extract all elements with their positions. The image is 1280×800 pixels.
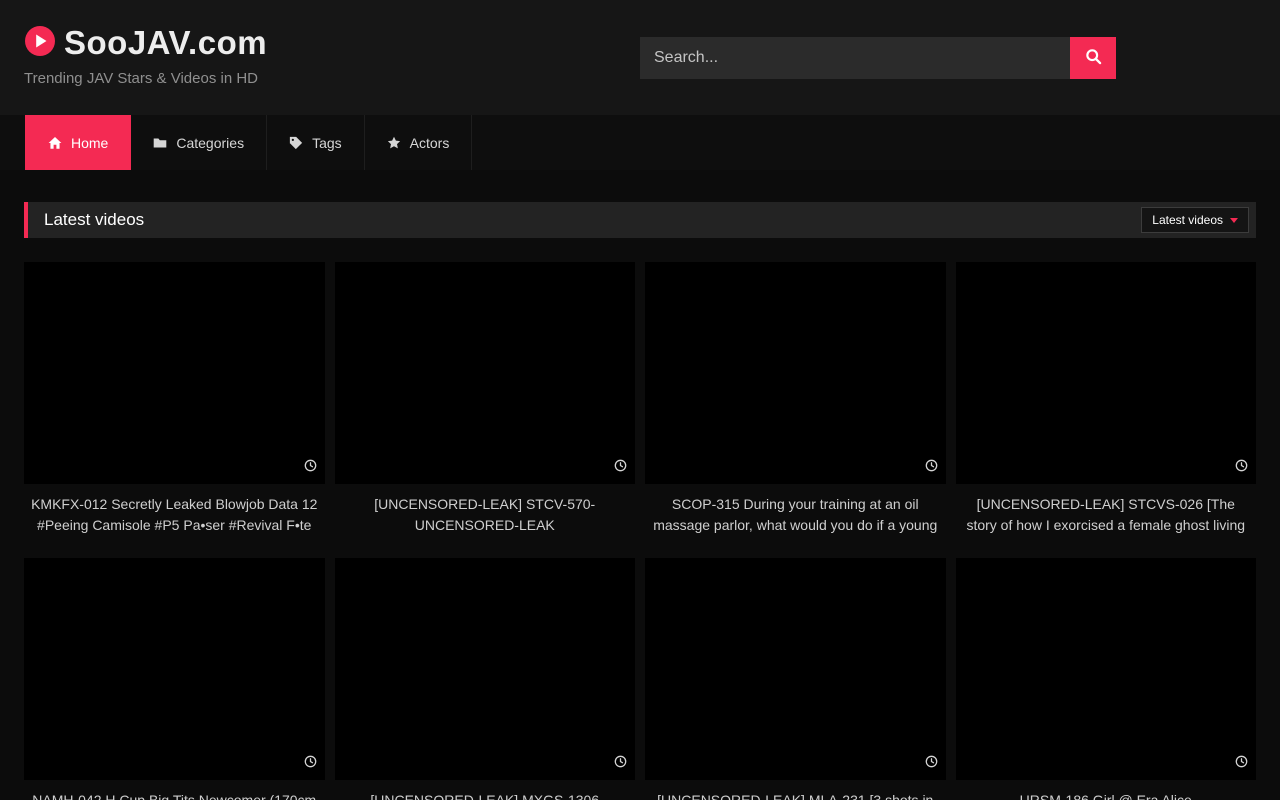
video-thumbnail[interactable] xyxy=(24,262,325,484)
video-thumbnail[interactable] xyxy=(956,558,1257,780)
search-button[interactable] xyxy=(1070,37,1116,79)
section-header: Latest videos Latest videos xyxy=(24,202,1256,238)
clock-icon xyxy=(1235,459,1248,477)
video-card: NAMH-042 H Cup Big Tits Newcomer (170cm … xyxy=(24,558,325,800)
video-thumbnail[interactable] xyxy=(24,558,325,780)
site-title[interactable]: SooJAV.com xyxy=(64,24,267,62)
main-content: Latest videos Latest videos KMKFX-012 Se… xyxy=(0,202,1280,800)
clock-icon xyxy=(304,459,317,477)
main-nav: Home Categories Tags Actors xyxy=(0,115,1280,170)
video-title[interactable]: [UNCENSORED-LEAK] MXGS-1306 Absolutely xyxy=(339,790,632,800)
video-card: [UNCENSORED-LEAK] STCVS-026 [The story o… xyxy=(956,262,1257,535)
clock-icon xyxy=(1235,755,1248,773)
search-bar xyxy=(640,37,1116,79)
video-title[interactable]: [UNCENSORED-LEAK] STCV-570-UNCENSORED-LE… xyxy=(339,494,632,535)
video-title[interactable]: SCOP-315 During your training at an oil … xyxy=(649,494,942,535)
chevron-down-icon xyxy=(1230,218,1238,223)
play-circle-icon xyxy=(24,25,56,62)
star-icon xyxy=(387,136,401,150)
video-card: [UNCENSORED-LEAK] STCV-570-UNCENSORED-LE… xyxy=(335,262,636,535)
nav-item-home[interactable]: Home xyxy=(25,115,131,170)
nav-item-actors[interactable]: Actors xyxy=(365,115,473,170)
video-grid: KMKFX-012 Secretly Leaked Blowjob Data 1… xyxy=(0,262,1280,800)
tag-icon xyxy=(289,136,303,150)
site-logo[interactable]: SooJAV.com xyxy=(24,24,267,62)
nav-item-tags[interactable]: Tags xyxy=(267,115,365,170)
video-card: [UNCENSORED-LEAK] MLA-231 [3 shots in xyxy=(645,558,946,800)
clock-icon xyxy=(614,755,627,773)
section-title: Latest videos xyxy=(28,210,144,230)
logo-block: SooJAV.com Trending JAV Stars & Videos i… xyxy=(24,24,267,87)
video-title[interactable]: KMKFX-012 Secretly Leaked Blowjob Data 1… xyxy=(28,494,321,535)
search-input[interactable] xyxy=(640,37,1070,79)
nav-item-label: Categories xyxy=(176,135,244,151)
video-thumbnail[interactable] xyxy=(645,262,946,484)
video-thumbnail[interactable] xyxy=(645,558,946,780)
site-header: SooJAV.com Trending JAV Stars & Videos i… xyxy=(0,0,1280,115)
search-icon xyxy=(1085,48,1102,68)
video-title[interactable]: NAMH-042 H Cup Big Tits Newcomer (170cm … xyxy=(28,790,321,800)
nav-item-label: Home xyxy=(71,135,108,151)
nav-item-label: Actors xyxy=(410,135,450,151)
nav-item-label: Tags xyxy=(312,135,342,151)
video-card: [UNCENSORED-LEAK] MXGS-1306 Absolutely xyxy=(335,558,636,800)
home-icon xyxy=(48,136,62,150)
video-thumbnail[interactable] xyxy=(956,262,1257,484)
video-thumbnail[interactable] xyxy=(335,262,636,484)
clock-icon xyxy=(925,755,938,773)
video-title[interactable]: [UNCENSORED-LEAK] STCVS-026 [The story o… xyxy=(960,494,1253,535)
video-card: URSM-186 Girl @ Era Alice xyxy=(956,558,1257,800)
clock-icon xyxy=(614,459,627,477)
sort-dropdown-label: Latest videos xyxy=(1152,213,1223,227)
clock-icon xyxy=(304,755,317,773)
video-card: SCOP-315 During your training at an oil … xyxy=(645,262,946,535)
video-thumbnail[interactable] xyxy=(335,558,636,780)
site-tagline: Trending JAV Stars & Videos in HD xyxy=(24,70,267,87)
folder-icon xyxy=(153,136,167,150)
sort-dropdown-button[interactable]: Latest videos xyxy=(1141,207,1249,233)
video-title[interactable]: [UNCENSORED-LEAK] MLA-231 [3 shots in xyxy=(649,790,942,800)
video-card: KMKFX-012 Secretly Leaked Blowjob Data 1… xyxy=(24,262,325,535)
nav-item-categories[interactable]: Categories xyxy=(131,115,267,170)
clock-icon xyxy=(925,459,938,477)
video-title[interactable]: URSM-186 Girl @ Era Alice xyxy=(960,790,1253,800)
